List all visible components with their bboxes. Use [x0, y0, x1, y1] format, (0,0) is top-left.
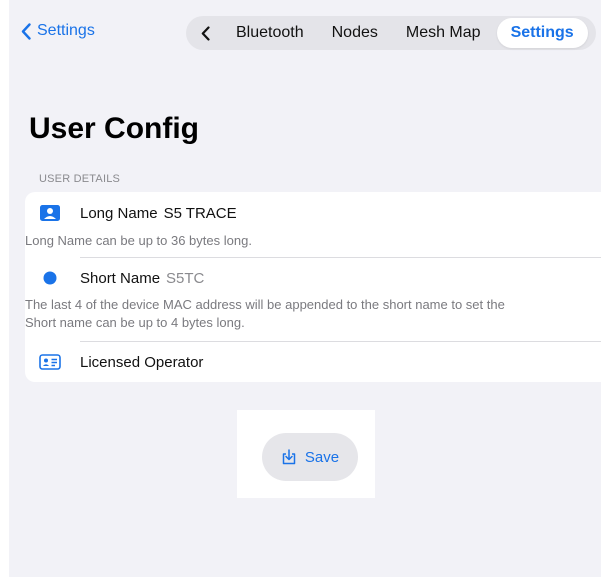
tab-nodes[interactable]: Nodes — [318, 18, 392, 48]
back-button[interactable]: Settings — [21, 22, 95, 40]
circle-icon — [39, 269, 61, 287]
short-name-description-line2: Short name can be up to 4 bytes long. — [25, 315, 245, 330]
save-area: Save — [237, 410, 375, 498]
licensed-operator-label: Licensed Operator — [80, 353, 204, 371]
person-crop-square-icon — [39, 204, 61, 222]
long-name-label: Long Name — [80, 204, 158, 222]
screen: Settings Bluetooth Nodes Mesh Map Settin… — [0, 0, 601, 577]
licensed-operator-row[interactable]: Licensed Operator — [39, 353, 203, 371]
user-details-card: Long Name S5 TRACE Long Name can be up t… — [25, 192, 601, 382]
divider — [80, 257, 601, 258]
tab-bar: Bluetooth Nodes Mesh Map Settings — [186, 16, 596, 50]
save-button[interactable]: Save — [262, 433, 358, 481]
tab-mesh-map[interactable]: Mesh Map — [392, 18, 495, 48]
chevron-left-icon — [201, 25, 210, 41]
long-name-row[interactable]: Long Name S5 TRACE — [39, 204, 237, 222]
short-name-description-line1: The last 4 of the device MAC address wil… — [25, 297, 505, 312]
main-panel: Settings Bluetooth Nodes Mesh Map Settin… — [9, 0, 601, 577]
divider — [80, 341, 601, 342]
tabs-back-chevron[interactable] — [188, 16, 222, 50]
section-header-user-details: USER DETAILS — [39, 173, 121, 185]
save-button-label: Save — [304, 448, 340, 466]
short-name-label: Short Name — [80, 269, 161, 287]
back-button-label: Settings — [37, 22, 95, 39]
tab-bluetooth[interactable]: Bluetooth — [222, 18, 318, 48]
chevron-left-icon — [21, 22, 31, 40]
tab-settings[interactable]: Settings — [496, 18, 588, 48]
id-card-icon — [39, 353, 61, 371]
long-name-description: Long Name can be up to 36 bytes long. — [25, 233, 252, 248]
long-name-value[interactable]: S5 TRACE — [164, 205, 237, 222]
short-name-row[interactable]: Short Name S5TC — [39, 269, 204, 287]
save-tray-icon — [282, 449, 296, 465]
short-name-value[interactable]: S5TC — [166, 270, 204, 287]
page-title: User Config — [29, 112, 200, 145]
